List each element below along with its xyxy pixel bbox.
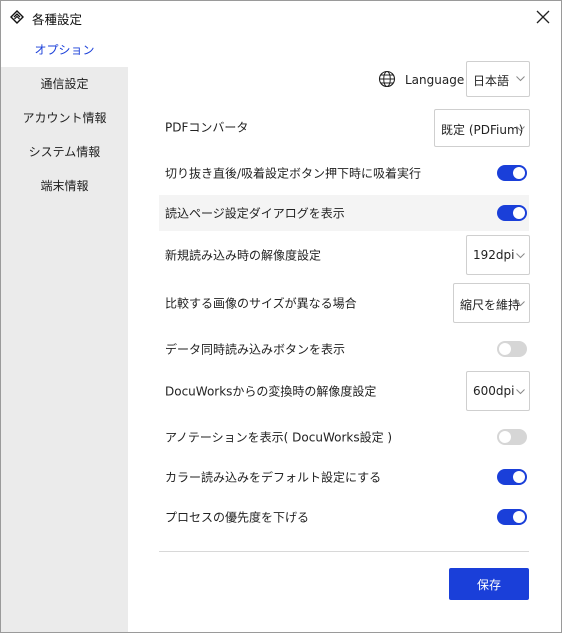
sidebar-item-account[interactable]: アカウント情報	[1, 101, 128, 135]
divider	[159, 551, 529, 552]
setting-row-simultaneous-read: データ同時読み込みボタンを表示	[159, 331, 529, 367]
annotation-toggle[interactable]	[497, 429, 527, 445]
setting-label: 比較する画像のサイズが異なる場合	[165, 296, 357, 311]
sidebar-item-label: オプション	[34, 43, 95, 57]
setting-row-auto-suction: 切り抜き直後/吸着設定ボタン押下時に吸着実行	[159, 155, 529, 191]
toggle-knob	[513, 511, 525, 523]
globe-icon	[378, 70, 396, 88]
window-title: 各種設定	[32, 12, 83, 27]
setting-row-annotation: アノテーションを表示( DocuWorks設定 )	[159, 419, 529, 455]
new-read-resolution-select[interactable]: 192dpi	[466, 235, 530, 275]
setting-label: アノテーションを表示( DocuWorks設定 )	[165, 430, 393, 445]
read-page-dialog-toggle[interactable]	[497, 205, 527, 221]
setting-label: DocuWorksからの変換時の解像度設定	[165, 384, 377, 399]
options-panel: Language 日本語 PDFコンバータ 既定 (PDFium) 切り抜き直後…	[128, 33, 561, 632]
app-logo-icon	[10, 10, 24, 24]
setting-label: 新規読み込み時の解像度設定	[165, 248, 322, 263]
compare-size-select[interactable]: 縮尺を維持	[453, 283, 530, 323]
sidebar-item-device[interactable]: 端末情報	[1, 169, 128, 203]
setting-label: PDFコンバータ	[165, 120, 249, 135]
chevron-down-icon	[516, 301, 525, 307]
setting-row-color-read-default: カラー読み込みをデフォルト設定にする	[159, 459, 529, 495]
auto-suction-toggle[interactable]	[497, 165, 527, 181]
sidebar-item-options[interactable]: オプション	[1, 33, 128, 67]
docuworks-resolution-select[interactable]: 600dpi	[466, 371, 530, 411]
setting-label: カラー読み込みをデフォルト設定にする	[165, 470, 382, 485]
language-value: 日本語	[473, 74, 510, 88]
setting-row-read-page-dialog: 読込ページ設定ダイアログを表示	[159, 195, 529, 231]
color-read-default-toggle[interactable]	[497, 469, 527, 485]
setting-label: 読込ページ設定ダイアログを表示	[165, 206, 345, 221]
toggle-knob	[513, 207, 525, 219]
setting-label: データ同時読み込みボタンを表示	[165, 342, 346, 357]
sidebar-item-label: アカウント情報	[22, 111, 107, 125]
setting-row-lower-priority: プロセスの優先度を下げる	[159, 499, 529, 535]
sidebar-item-label: 通信設定	[40, 77, 89, 91]
sidebar-item-system[interactable]: システム情報	[1, 135, 128, 169]
setting-label: プロセスの優先度を下げる	[165, 510, 310, 525]
language-label: Language	[405, 73, 465, 87]
chevron-down-icon	[516, 253, 525, 259]
sidebar-item-communication[interactable]: 通信設定	[1, 67, 128, 101]
toggle-knob	[499, 431, 511, 443]
toggle-knob	[499, 343, 511, 355]
lower-priority-toggle[interactable]	[497, 509, 527, 525]
toggle-knob	[513, 167, 525, 179]
compare-size-value: 縮尺を維持	[460, 298, 521, 312]
simultaneous-read-toggle[interactable]	[497, 341, 527, 357]
docuworks-resolution-value: 600dpi	[473, 384, 515, 398]
toggle-knob	[513, 471, 525, 483]
new-read-resolution-value: 192dpi	[473, 248, 515, 262]
close-button[interactable]	[531, 5, 555, 29]
pdf-converter-select[interactable]: 既定 (PDFium)	[434, 109, 530, 147]
language-select[interactable]: 日本語	[466, 61, 530, 97]
chevron-down-icon	[516, 126, 525, 132]
settings-window: 各種設定 オプション 通信設定 アカウント情報 システム情報 端末情報 Lang…	[0, 0, 562, 633]
save-button[interactable]: 保存	[449, 568, 529, 600]
sidebar-item-label: システム情報	[28, 145, 101, 159]
pdf-converter-value: 既定 (PDFium)	[441, 123, 524, 137]
title-bar: 各種設定	[1, 1, 561, 33]
chevron-down-icon	[516, 389, 525, 395]
close-icon	[536, 10, 550, 24]
sidebar-item-label: 端末情報	[40, 179, 89, 193]
sidebar: オプション 通信設定 アカウント情報 システム情報 端末情報	[1, 33, 128, 632]
chevron-down-icon	[516, 76, 525, 82]
setting-label: 切り抜き直後/吸着設定ボタン押下時に吸着実行	[165, 166, 422, 181]
